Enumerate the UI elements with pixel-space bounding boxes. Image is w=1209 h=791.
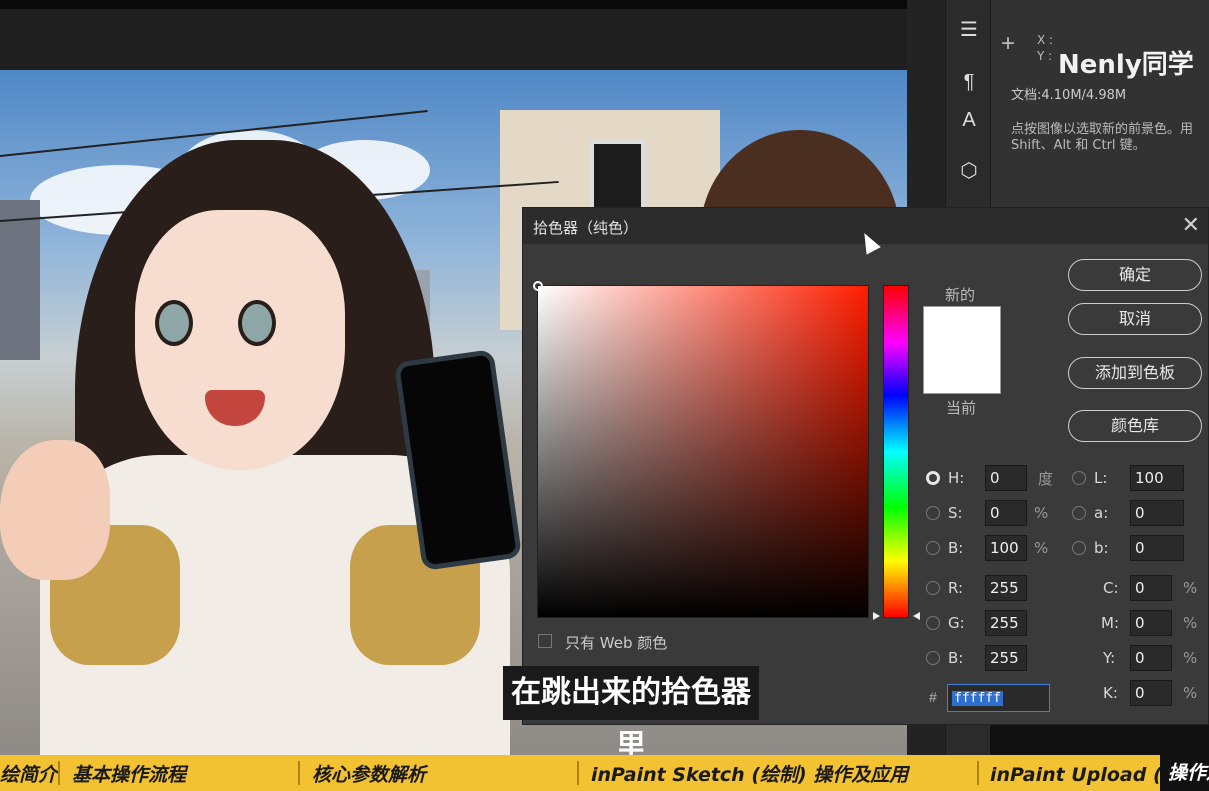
- color-libraries-button[interactable]: 颜色库: [1068, 410, 1202, 442]
- current-color-swatch[interactable]: [923, 350, 1001, 394]
- thumbs-up-hand: [0, 440, 110, 580]
- degree-unit: 度: [1038, 470, 1054, 488]
- percent-unit: %: [1034, 504, 1049, 522]
- percent-unit: %: [1034, 539, 1049, 557]
- chapter-divider: [298, 761, 300, 785]
- green-radio[interactable]: [926, 616, 940, 630]
- red-label: R:: [948, 579, 964, 597]
- channel-watermark: Nenly同学: [1058, 50, 1194, 80]
- chapter-divider: [577, 761, 579, 785]
- web-colors-only-checkbox[interactable]: [538, 634, 552, 648]
- lab-a-radio[interactable]: [1072, 506, 1086, 520]
- blue-input[interactable]: 255: [985, 645, 1027, 671]
- chapter-divider: [58, 761, 60, 785]
- hue-radio[interactable]: [926, 471, 940, 485]
- paragraph-style-icon[interactable]: ¶: [954, 68, 984, 96]
- x-label: X :: [1037, 33, 1054, 47]
- video-subtitle: 在跳出来的拾色器里: [503, 666, 759, 764]
- cancel-button[interactable]: 取消: [1068, 303, 1202, 335]
- percent-unit: %: [1183, 649, 1198, 667]
- info-panel: + X : Y : 文档:4.10M/4.98M 点按图像以选取新的前景色。用 …: [990, 0, 1209, 210]
- cursor-coordinates: X : Y :: [1037, 32, 1053, 64]
- chapter-item-active[interactable]: 操作及应用: [1160, 755, 1209, 791]
- color-picker-dialog: 拾色器（纯色） ✕ 新的 当前 确定 取消 添加到色板 颜色库 H: 0 度 S…: [522, 207, 1209, 725]
- hex-label: #: [929, 689, 937, 705]
- document-size: 文档:4.10M/4.98M: [1011, 88, 1127, 103]
- green-input[interactable]: 255: [985, 610, 1027, 636]
- percent-unit: %: [1183, 614, 1198, 632]
- lab-b-input[interactable]: 0: [1130, 535, 1184, 561]
- black-input[interactable]: 0: [1130, 680, 1172, 706]
- dialog-title: 拾色器（纯色）: [533, 219, 639, 237]
- chapter-item[interactable]: inPaint Sketch (绘制) 操作及应用: [591, 760, 908, 787]
- 3d-cube-icon[interactable]: ⬡: [954, 157, 984, 185]
- chapter-item[interactable]: 核心参数解析: [312, 760, 426, 787]
- hue-slider-handle-left[interactable]: [873, 612, 880, 620]
- ok-button[interactable]: 确定: [1068, 259, 1202, 291]
- new-color-swatch: [923, 306, 1001, 350]
- saturation-radio[interactable]: [926, 506, 940, 520]
- hue-input[interactable]: 0: [985, 465, 1027, 491]
- red-radio[interactable]: [926, 581, 940, 595]
- lab-b-label: b:: [1094, 539, 1109, 557]
- blue-label: B:: [948, 649, 964, 667]
- crosshair-icon: +: [1001, 30, 1016, 57]
- percent-unit: %: [1183, 684, 1198, 702]
- add-to-swatches-button[interactable]: 添加到色板: [1068, 357, 1202, 389]
- yellow-label: Y:: [1103, 649, 1116, 667]
- hue-slider[interactable]: [883, 285, 909, 618]
- lab-l-label: L:: [1094, 469, 1108, 487]
- cyan-input[interactable]: 0: [1130, 575, 1172, 601]
- chapter-item[interactable]: 绘简介: [0, 760, 57, 787]
- new-color-label: 新的: [945, 286, 976, 304]
- hex-input[interactable]: ffffff: [947, 684, 1050, 712]
- percent-unit: %: [1183, 579, 1198, 597]
- building: [0, 200, 40, 360]
- cyan-label: C:: [1103, 579, 1119, 597]
- girl-eye: [238, 300, 276, 346]
- lab-l-radio[interactable]: [1072, 471, 1086, 485]
- hue-slider-handle-right[interactable]: [913, 612, 920, 620]
- lab-a-label: a:: [1094, 504, 1109, 522]
- black-label: K:: [1103, 684, 1118, 702]
- red-input[interactable]: 255: [985, 575, 1027, 601]
- lab-l-input[interactable]: 100: [1130, 465, 1184, 491]
- brightness-radio[interactable]: [926, 541, 940, 555]
- character-style-icon[interactable]: A: [954, 106, 984, 134]
- saturation-label: S:: [948, 504, 963, 522]
- web-colors-only-label: 只有 Web 颜色: [565, 634, 668, 652]
- lab-b-radio[interactable]: [1072, 541, 1086, 555]
- blue-radio[interactable]: [926, 651, 940, 665]
- chapter-bar: 绘简介 基本操作流程 核心参数解析 inPaint Sketch (绘制) 操作…: [0, 755, 1209, 791]
- info-hint: 点按图像以选取新的前景色。用 Shift、Alt 和 Ctrl 键。: [1011, 122, 1194, 153]
- magenta-input[interactable]: 0: [1130, 610, 1172, 636]
- chapter-item[interactable]: 基本操作流程: [72, 760, 186, 787]
- close-icon[interactable]: ✕: [1182, 212, 1200, 238]
- adjustments-icon[interactable]: ☰: [954, 16, 984, 44]
- saturation-brightness-field[interactable]: [533, 281, 869, 618]
- girl-eye: [155, 300, 193, 346]
- brightness-input[interactable]: 100: [985, 535, 1027, 561]
- y-label: Y :: [1037, 49, 1053, 63]
- yellow-input[interactable]: 0: [1130, 645, 1172, 671]
- green-label: G:: [948, 614, 965, 632]
- color-field-marker[interactable]: [533, 281, 543, 291]
- current-color-label: 当前: [946, 399, 977, 417]
- canvas-top-bar: [0, 0, 945, 70]
- brightness-label: B:: [948, 539, 964, 557]
- hex-value-selected: ffffff: [952, 691, 1003, 706]
- lab-a-input[interactable]: 0: [1130, 500, 1184, 526]
- hue-label: H:: [948, 469, 965, 487]
- magenta-label: M:: [1101, 614, 1119, 632]
- saturation-input[interactable]: 0: [985, 500, 1027, 526]
- chapter-divider: [977, 761, 979, 785]
